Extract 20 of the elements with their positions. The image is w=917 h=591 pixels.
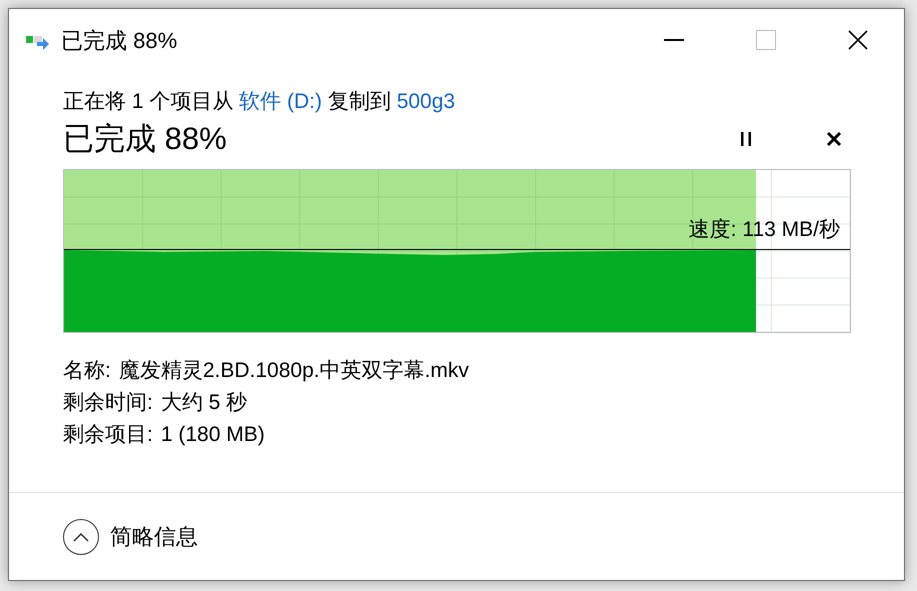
chevron-icon — [73, 532, 89, 542]
detail-value: 大约 5 秒 — [160, 390, 248, 416]
details-toggle-button[interactable] — [63, 518, 99, 554]
detail-label: 名称: — [63, 358, 111, 384]
status-heading: 已完成 88% — [63, 120, 227, 158]
cancel-icon — [826, 131, 842, 147]
window-title: 已完成 88% — [61, 26, 178, 54]
location-link[interactable]: 软件 (D:) — [239, 90, 322, 113]
detail-label: 剩余项目: — [63, 422, 153, 448]
copy-description: 正在将 1 个项目从 软件 (D:) 复制到 500g3 — [63, 89, 456, 115]
speed-label: 速度: 113 MB/秒 — [688, 217, 840, 243]
minimize-icon — [664, 39, 684, 41]
pause-icon — [740, 131, 752, 147]
close-icon — [848, 30, 868, 50]
maximize-icon — [756, 30, 776, 50]
detail-value: 魔发精灵2.BD.1080p.中英双字幕.mkv — [118, 358, 469, 384]
details-toggle-label: 简略信息 — [110, 523, 198, 551]
location-link[interactable]: 500g3 — [396, 90, 456, 113]
detail-label: 剩余时间: — [63, 390, 153, 416]
detail-value: 1 (180 MB) — [160, 422, 265, 448]
